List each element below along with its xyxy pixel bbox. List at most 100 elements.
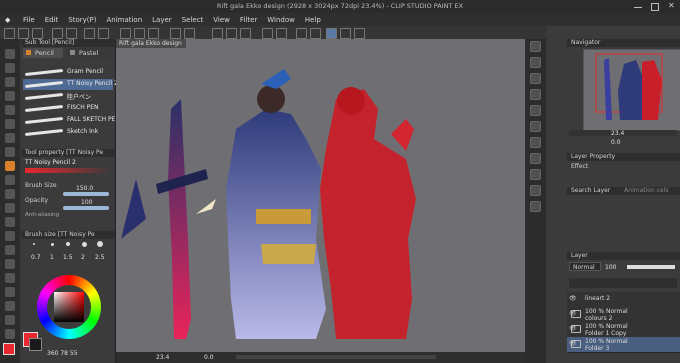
- toggle-panel-icon[interactable]: [354, 28, 365, 39]
- material-icon[interactable]: [530, 73, 541, 84]
- navigator-angle-value[interactable]: 0.0: [611, 139, 621, 146]
- transform-icon[interactable]: [120, 28, 131, 39]
- eye-icon[interactable]: 👁: [569, 310, 577, 317]
- brush-item-selected[interactable]: TT Noisy Pencil 2: [23, 79, 118, 90]
- document-tab[interactable]: Rift gala Ekko design: [116, 39, 186, 48]
- main-color-swatch[interactable]: [3, 343, 15, 355]
- tab-pastel[interactable]: Pastel: [67, 48, 111, 58]
- toggle-guide-icon[interactable]: [262, 28, 273, 39]
- pen-tool-icon[interactable]: [5, 147, 15, 157]
- clear-icon[interactable]: [84, 28, 95, 39]
- menu-animation[interactable]: Animation: [101, 16, 147, 24]
- brush-size-preset[interactable]: 1.5: [63, 254, 73, 261]
- eye-icon[interactable]: 👁: [569, 340, 577, 347]
- balloon-tool-icon[interactable]: [5, 329, 15, 339]
- sub-view-icon[interactable]: [530, 57, 541, 68]
- brush-size-value[interactable]: 150.0: [76, 185, 93, 192]
- navigator-toggle-icon[interactable]: [530, 41, 541, 52]
- menu-window[interactable]: Window: [262, 16, 300, 24]
- draw-mode-icon[interactable]: [296, 28, 307, 39]
- eye-icon[interactable]: 👁: [569, 325, 577, 332]
- crop-icon[interactable]: [170, 28, 181, 39]
- open-file-icon[interactable]: [18, 28, 29, 39]
- brush-size-preset[interactable]: 1: [50, 254, 54, 261]
- menu-layer[interactable]: Layer: [147, 16, 177, 24]
- color-wheel[interactable]: [37, 275, 101, 339]
- snap-active-icon[interactable]: [326, 28, 337, 39]
- selection-tool-icon[interactable]: [5, 105, 15, 115]
- text-tool-icon[interactable]: [5, 315, 15, 325]
- blend-tool-icon[interactable]: [5, 231, 15, 241]
- eraser-tool-icon[interactable]: [5, 217, 15, 227]
- menu-help[interactable]: Help: [300, 16, 326, 24]
- auto-action-icon[interactable]: [530, 121, 541, 132]
- redo-icon[interactable]: [66, 28, 77, 39]
- invert-selection-icon[interactable]: [184, 28, 195, 39]
- decoration-tool-icon[interactable]: [5, 203, 15, 213]
- layer-opacity-value[interactable]: 100: [605, 264, 616, 271]
- menu-edit[interactable]: Edit: [40, 16, 64, 24]
- animation-cels-icon[interactable]: [530, 169, 541, 180]
- canvas-area[interactable]: [116, 39, 525, 352]
- menu-file[interactable]: File: [18, 16, 40, 24]
- brush-item[interactable]: FISCH PEN: [23, 103, 113, 114]
- undo-icon[interactable]: [52, 28, 63, 39]
- frame-tool-icon[interactable]: [5, 287, 15, 297]
- layer-opacity-slider[interactable]: [627, 265, 675, 269]
- eyedropper-tool-icon[interactable]: [5, 133, 15, 143]
- operation-tool-icon[interactable]: [5, 77, 15, 87]
- brush-item[interactable]: Sketch Ink: [23, 127, 113, 138]
- zoom-tool-icon[interactable]: [5, 49, 15, 59]
- saturation-value-square[interactable]: [54, 292, 84, 322]
- search-layer-icon[interactable]: [530, 185, 541, 196]
- layer-row[interactable]: 100 % Normal Folder 1 Copy: [567, 322, 680, 338]
- canvas-zoom-value[interactable]: 23.4: [156, 354, 169, 361]
- menu-select[interactable]: Select: [177, 16, 209, 24]
- opacity-value[interactable]: 100: [81, 199, 92, 206]
- brush-size-slider[interactable]: [63, 192, 109, 196]
- item-bank-icon[interactable]: [530, 137, 541, 148]
- brush-size-preset[interactable]: 2.5: [95, 254, 105, 261]
- brush-size-preset[interactable]: 2: [81, 254, 85, 261]
- select-all-icon[interactable]: [148, 28, 159, 39]
- layer-row[interactable]: 100 % Normal colours 2: [567, 307, 680, 323]
- brush-item[interactable]: 陸户ペン: [23, 91, 113, 102]
- auto-select-tool-icon[interactable]: [5, 119, 15, 129]
- new-file-icon[interactable]: [4, 28, 15, 39]
- eye-icon[interactable]: 👁: [569, 295, 577, 302]
- minimize-icon[interactable]: [634, 7, 642, 8]
- brush-item[interactable]: Gram Pencil: [23, 67, 113, 78]
- tab-pencil[interactable]: Pencil: [23, 48, 63, 58]
- airbrush-tool-icon[interactable]: [5, 189, 15, 199]
- toggle-grid-icon[interactable]: [276, 28, 287, 39]
- snap-grid-icon[interactable]: [240, 28, 251, 39]
- timeline-icon[interactable]: [530, 153, 541, 164]
- snap-special-ruler-icon[interactable]: [226, 28, 237, 39]
- save-icon[interactable]: [32, 28, 43, 39]
- ruler-visible-icon[interactable]: [310, 28, 321, 39]
- gradient-tool-icon[interactable]: [5, 259, 15, 269]
- layer-property-icon[interactable]: [530, 89, 541, 100]
- menu-story[interactable]: Story(P): [63, 16, 101, 24]
- brush-tool-icon[interactable]: [5, 175, 15, 185]
- horizontal-scrollbar[interactable]: [236, 355, 436, 359]
- blend-mode-select[interactable]: Normal: [569, 262, 601, 271]
- deselect-icon[interactable]: [134, 28, 145, 39]
- layer-row-selected[interactable]: 100 % Normal Folder 3: [567, 337, 680, 353]
- fill-icon[interactable]: [98, 28, 109, 39]
- navigator-preview[interactable]: [583, 49, 680, 131]
- close-icon[interactable]: ✕: [668, 1, 675, 10]
- color-history-icon[interactable]: [340, 28, 351, 39]
- layer-row[interactable]: lineart 2: [567, 292, 680, 308]
- sub-color-chip[interactable]: [29, 338, 42, 351]
- brush-item[interactable]: FALL SKETCH PEN: [23, 115, 120, 126]
- ruler-tool-icon[interactable]: [5, 301, 15, 311]
- figure-tool-icon[interactable]: [5, 273, 15, 283]
- navigator-zoom-value[interactable]: 23.4: [611, 130, 624, 137]
- opacity-slider[interactable]: [63, 206, 109, 210]
- history-icon[interactable]: [530, 105, 541, 116]
- maximize-icon[interactable]: [651, 3, 659, 11]
- snap-ruler-icon[interactable]: [212, 28, 223, 39]
- move-layer-tool-icon[interactable]: [5, 91, 15, 101]
- pencil-tool-icon[interactable]: [5, 161, 15, 171]
